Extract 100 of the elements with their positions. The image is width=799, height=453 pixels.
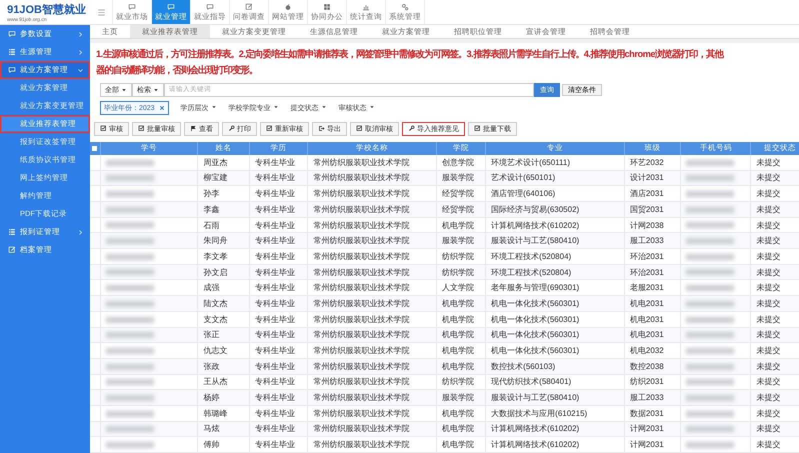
blurred-text (106, 316, 154, 323)
table-cell: 机电学院 (442, 408, 474, 418)
blurred-text (686, 222, 734, 228)
table-cell: 机电学院 (442, 330, 474, 340)
table-cell: 常州纺织服装职业技术学院 (313, 362, 410, 371)
blurred-text (686, 379, 734, 386)
blurred-text (106, 394, 154, 401)
table-cell: 专科生毕业 (254, 377, 295, 386)
table-cell: 专科生毕业 (254, 173, 295, 182)
table-cell: 常州纺织服装职业技术学院 (313, 346, 410, 356)
table-cell: 机电学院 (442, 440, 474, 450)
table-cell: 傅帅 (203, 440, 220, 450)
table-cell: 专科生毕业 (254, 314, 295, 324)
chat-bubble-icon (167, 2, 175, 10)
caret-icon (272, 104, 279, 110)
blurred-text (106, 254, 154, 260)
table-cell: 张政 (203, 362, 220, 371)
blurred-text (686, 269, 734, 276)
table-cell: 服工2033 (630, 236, 664, 246)
table-cell: 常州纺织服装职业技术学院 (313, 158, 410, 167)
blurred-text (106, 442, 154, 448)
table-cell: 常州纺织服装职业技术学院 (313, 252, 410, 261)
table-cell: 未提交 (756, 204, 780, 214)
blurred-text (686, 254, 734, 260)
table-cell: 柳宝建 (203, 173, 228, 182)
table-cell: 环境工程技术(520804) (491, 268, 572, 277)
gears-icon (401, 2, 409, 10)
table-cell: 计算机网络技术(610202) (491, 220, 580, 230)
table-cell: 机电学院 (442, 424, 474, 434)
table-cell: 支文杰 (203, 314, 228, 324)
table-cell: 专科生毕业 (254, 268, 295, 277)
table-cell: 常州纺织服装职业技术学院 (313, 220, 410, 230)
blurred-text (106, 191, 154, 198)
table-cell: 常州纺织服装职业技术学院 (313, 408, 410, 418)
blurred-text (106, 285, 154, 292)
table-cell: 朱同舟 (203, 236, 228, 246)
table-cell: 常州纺织服装职业技术学院 (313, 283, 410, 292)
blurred-text (686, 238, 734, 244)
table-cell: 机电2031 (630, 330, 664, 340)
table-cell: 仇志文 (203, 346, 228, 356)
flag-icon (190, 125, 197, 132)
blurred-text (106, 160, 154, 166)
table-cell: 专科生毕业 (254, 204, 295, 214)
table-cell: 专科生毕业 (254, 158, 295, 167)
notice-text: 器的自动翻译功能，否则会出现打印变形。 (96, 64, 258, 77)
table-cell: 未提交 (756, 252, 780, 261)
table-cell: 机电2032 (630, 346, 664, 356)
blurred-text (106, 238, 154, 244)
blurred-text (686, 206, 734, 213)
blurred-text (686, 160, 734, 166)
table-cell: 未提交 (756, 424, 780, 434)
table-cell: 人文学院 (442, 283, 474, 292)
table-cell: 计网2038 (630, 220, 664, 230)
table-cell: 未提交 (756, 268, 780, 277)
table-cell: 机电一体化技术(560301) (491, 298, 580, 308)
blurred-text (106, 364, 154, 370)
table-cell: 酒店2031 (630, 189, 664, 198)
table-cell: 常州纺织服装职业技术学院 (313, 189, 410, 198)
table-cell: 环治2031 (630, 268, 664, 277)
table-cell: 计算机网络技术(610202) (491, 440, 580, 450)
table-cell: 机电学院 (442, 298, 474, 308)
table-cell: 机电学院 (442, 362, 474, 371)
blurred-text (686, 285, 734, 292)
table-cell: 未提交 (756, 408, 780, 418)
blurred-text (686, 410, 734, 417)
blurred-text (686, 300, 734, 307)
table-cell: 计网2031 (630, 424, 664, 434)
checkbox-edit-icon (266, 125, 273, 132)
table-cell: 机电一体化技术(560301) (491, 314, 580, 324)
table-cell: 艺术设计(650101) (491, 173, 556, 182)
table-cell: 纺织学院 (442, 252, 474, 261)
caret-icon (320, 104, 327, 110)
table-cell: 专科生毕业 (254, 252, 295, 261)
blurred-text (686, 364, 734, 370)
select-all-checkbox[interactable] (92, 146, 98, 151)
checkbox-edit-icon (100, 125, 107, 132)
blurred-text (686, 348, 734, 354)
table-cell: 常州纺织服装职业技术学院 (313, 204, 410, 214)
blurred-text (686, 191, 734, 198)
table-cell: 专科生毕业 (254, 283, 295, 292)
table-cell: 专科生毕业 (254, 424, 295, 434)
table-cell: 数控技术(560103) (491, 362, 556, 371)
table-cell: 周亚杰 (203, 158, 228, 167)
table-cell: 未提交 (756, 377, 780, 386)
table-cell: 常州纺织服装职业技术学院 (313, 236, 410, 246)
close-icon (158, 104, 165, 111)
blurred-text (686, 394, 734, 401)
checkbox-edit-icon (356, 125, 363, 132)
blurred-text (106, 206, 154, 213)
caret-icon (368, 104, 375, 110)
table-cell: 李鑫 (203, 204, 220, 214)
table-cell: 机电2031 (630, 298, 664, 308)
blurred-text (106, 222, 154, 228)
list-icon (8, 228, 16, 236)
table-cell: 马炫 (203, 424, 220, 434)
blurred-text (106, 269, 154, 276)
blurred-text (106, 300, 154, 307)
table-cell: 机电2031 (630, 314, 664, 324)
blurred-text (686, 426, 734, 432)
table-cell: 老年服务与管理(690301) (491, 283, 580, 292)
